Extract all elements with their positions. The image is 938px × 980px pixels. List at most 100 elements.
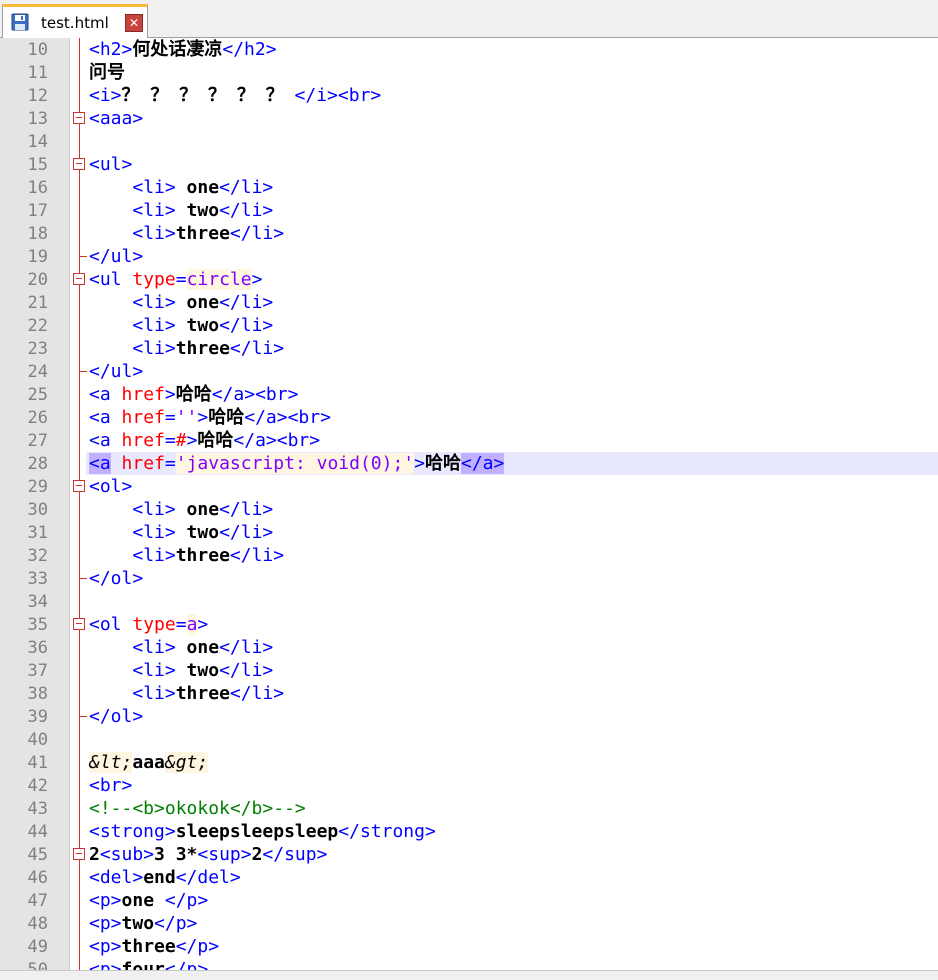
code-token: end	[143, 867, 176, 888]
close-icon[interactable]: ✕	[125, 14, 143, 32]
fold-collapse-icon[interactable]	[73, 273, 85, 285]
code-token: </a><br>	[244, 407, 331, 428]
code-line[interactable]: 33 </ol>	[0, 567, 938, 590]
line-number: 38	[27, 684, 48, 704]
code-line[interactable]: 28 <a href='javascript: void(0);'>哈哈</a>	[0, 452, 938, 475]
code-text: <li> two</li>	[89, 522, 273, 544]
code-line[interactable]: 32 <li>three</li>	[0, 544, 938, 567]
code-line[interactable]: 50 <p>four</p>	[0, 958, 938, 970]
code-line[interactable]: 47 <p>one </p>	[0, 889, 938, 912]
code-token: 哈哈	[175, 384, 212, 405]
save-disk-icon	[11, 13, 29, 31]
code-token: </p>	[164, 890, 209, 911]
code-token: 2	[251, 844, 263, 865]
code-line[interactable]: 23 <li>three</li>	[0, 337, 938, 360]
line-number: 45	[27, 845, 48, 865]
code-line[interactable]: 17 <li> two</li>	[0, 199, 938, 222]
code-line[interactable]: 34	[0, 590, 938, 613]
code-line[interactable]: 16 <li> one</li>	[0, 176, 938, 199]
code-line[interactable]: 36 <li> one</li>	[0, 636, 938, 659]
code-line[interactable]: 39 </ol>	[0, 705, 938, 728]
code-line[interactable]: 19 </ul>	[0, 245, 938, 268]
code-line[interactable]: 29 <ol>	[0, 475, 938, 498]
fold-collapse-icon[interactable]	[73, 158, 85, 170]
horizontal-scrollbar[interactable]	[0, 970, 938, 980]
code-text: </ul>	[89, 361, 143, 383]
code-line[interactable]: 18 <li>three</li>	[0, 222, 938, 245]
line-number: 17	[27, 201, 48, 221]
code-token: two	[121, 913, 155, 934]
code-line[interactable]: 41 &lt;aaa&gt;	[0, 751, 938, 774]
code-line[interactable]: 22 <li> two</li>	[0, 314, 938, 337]
code-line[interactable]: 26 <a href=''>哈哈</a><br>	[0, 406, 938, 429]
code-line[interactable]: 35 <ol type=a>	[0, 613, 938, 636]
code-token: </li>	[219, 177, 274, 198]
code-line[interactable]: 20 <ul type=circle>	[0, 268, 938, 291]
code-text: <strong>sleepsleepsleep</strong>	[89, 821, 436, 843]
code-line[interactable]: 24 </ul>	[0, 360, 938, 383]
code-line[interactable]: 27 <a href=#>哈哈</a><br>	[0, 429, 938, 452]
code-text: <a href='javascript: void(0);'>哈哈</a>	[89, 453, 505, 475]
code-token: 问号	[89, 62, 125, 83]
code-line[interactable]: 45 2<sub>3 3*<sup>2</sup>	[0, 843, 938, 866]
code-line[interactable]: 38 <li>three</li>	[0, 682, 938, 705]
code-line[interactable]: 49 <p>three</p>	[0, 935, 938, 958]
code-text: <i>？ ？ ？ ？ ？ ？ </i><br>	[89, 85, 381, 107]
code-line[interactable]: 15 <ul>	[0, 153, 938, 176]
code-token: #	[175, 430, 187, 451]
code-line[interactable]: 11 问号	[0, 61, 938, 84]
code-line[interactable]: 40	[0, 728, 938, 751]
code-token: <li>	[132, 223, 176, 244]
code-line[interactable]: 10 <h2>何处话凄凉</h2>	[0, 38, 938, 61]
code-token: <li>	[132, 315, 176, 336]
code-token: href	[121, 407, 165, 428]
code-text: <p>two</p>	[89, 913, 197, 935]
code-line[interactable]: 43 <!--<b>okokok</b>-->	[0, 797, 938, 820]
fold-collapse-icon[interactable]	[73, 480, 85, 492]
code-line[interactable]: 37 <li> two</li>	[0, 659, 938, 682]
code-line[interactable]: 31 <li> two</li>	[0, 521, 938, 544]
line-number: 48	[27, 914, 48, 934]
code-text: <del>end</del>	[89, 867, 241, 889]
line-number: 28	[27, 454, 48, 474]
fold-collapse-icon[interactable]	[73, 112, 85, 124]
fold-collapse-icon[interactable]	[73, 848, 85, 860]
file-tab[interactable]: test.html ✕	[2, 4, 148, 38]
code-line[interactable]: 25 <a href>哈哈</a><br>	[0, 383, 938, 406]
line-number: 43	[27, 799, 48, 819]
code-token: </a><br>	[211, 384, 299, 405]
code-token: =	[164, 453, 176, 474]
code-text: 2<sub>3 3*<sup>2</sup>	[89, 844, 327, 866]
code-line[interactable]: 30 <li> one</li>	[0, 498, 938, 521]
code-token: four	[121, 959, 165, 970]
code-line[interactable]: 44 <strong>sleepsleepsleep</strong>	[0, 820, 938, 843]
line-number: 16	[27, 178, 48, 198]
line-number: 50	[27, 960, 48, 970]
code-token: <sub>	[99, 844, 155, 865]
line-number: 23	[27, 339, 48, 359]
code-text: <ul>	[89, 154, 132, 176]
code-token: <p>	[89, 959, 122, 970]
code-text: <li> two</li>	[89, 200, 273, 222]
code-token: <li>	[132, 522, 176, 543]
code-line[interactable]: 13 <aaa>	[0, 107, 938, 130]
code-text: </ol>	[89, 706, 143, 728]
line-number: 25	[27, 385, 48, 405]
fold-collapse-icon[interactable]	[73, 618, 85, 630]
code-token: </i><br>	[294, 85, 382, 106]
code-token: </ul>	[89, 246, 144, 267]
code-line[interactable]: 14	[0, 130, 938, 153]
code-line[interactable]: 12 <i>？ ？ ？ ？ ？ ？ </i><br>	[0, 84, 938, 107]
code-line[interactable]: 48 <p>two</p>	[0, 912, 938, 935]
code-line[interactable]: 21 <li> one</li>	[0, 291, 938, 314]
code-token: =	[164, 407, 176, 428]
code-token: a	[186, 614, 198, 635]
code-editor[interactable]: 10 <h2>何处话凄凉</h2> 11 问号 12 <i>？ ？ ？ ？ ？ ？ </i…	[0, 38, 938, 970]
code-token: </ol>	[89, 568, 144, 589]
code-token: one	[175, 499, 220, 520]
code-line[interactable]: 46 <del>end</del>	[0, 866, 938, 889]
code-line[interactable]: 42 <br>	[0, 774, 938, 797]
